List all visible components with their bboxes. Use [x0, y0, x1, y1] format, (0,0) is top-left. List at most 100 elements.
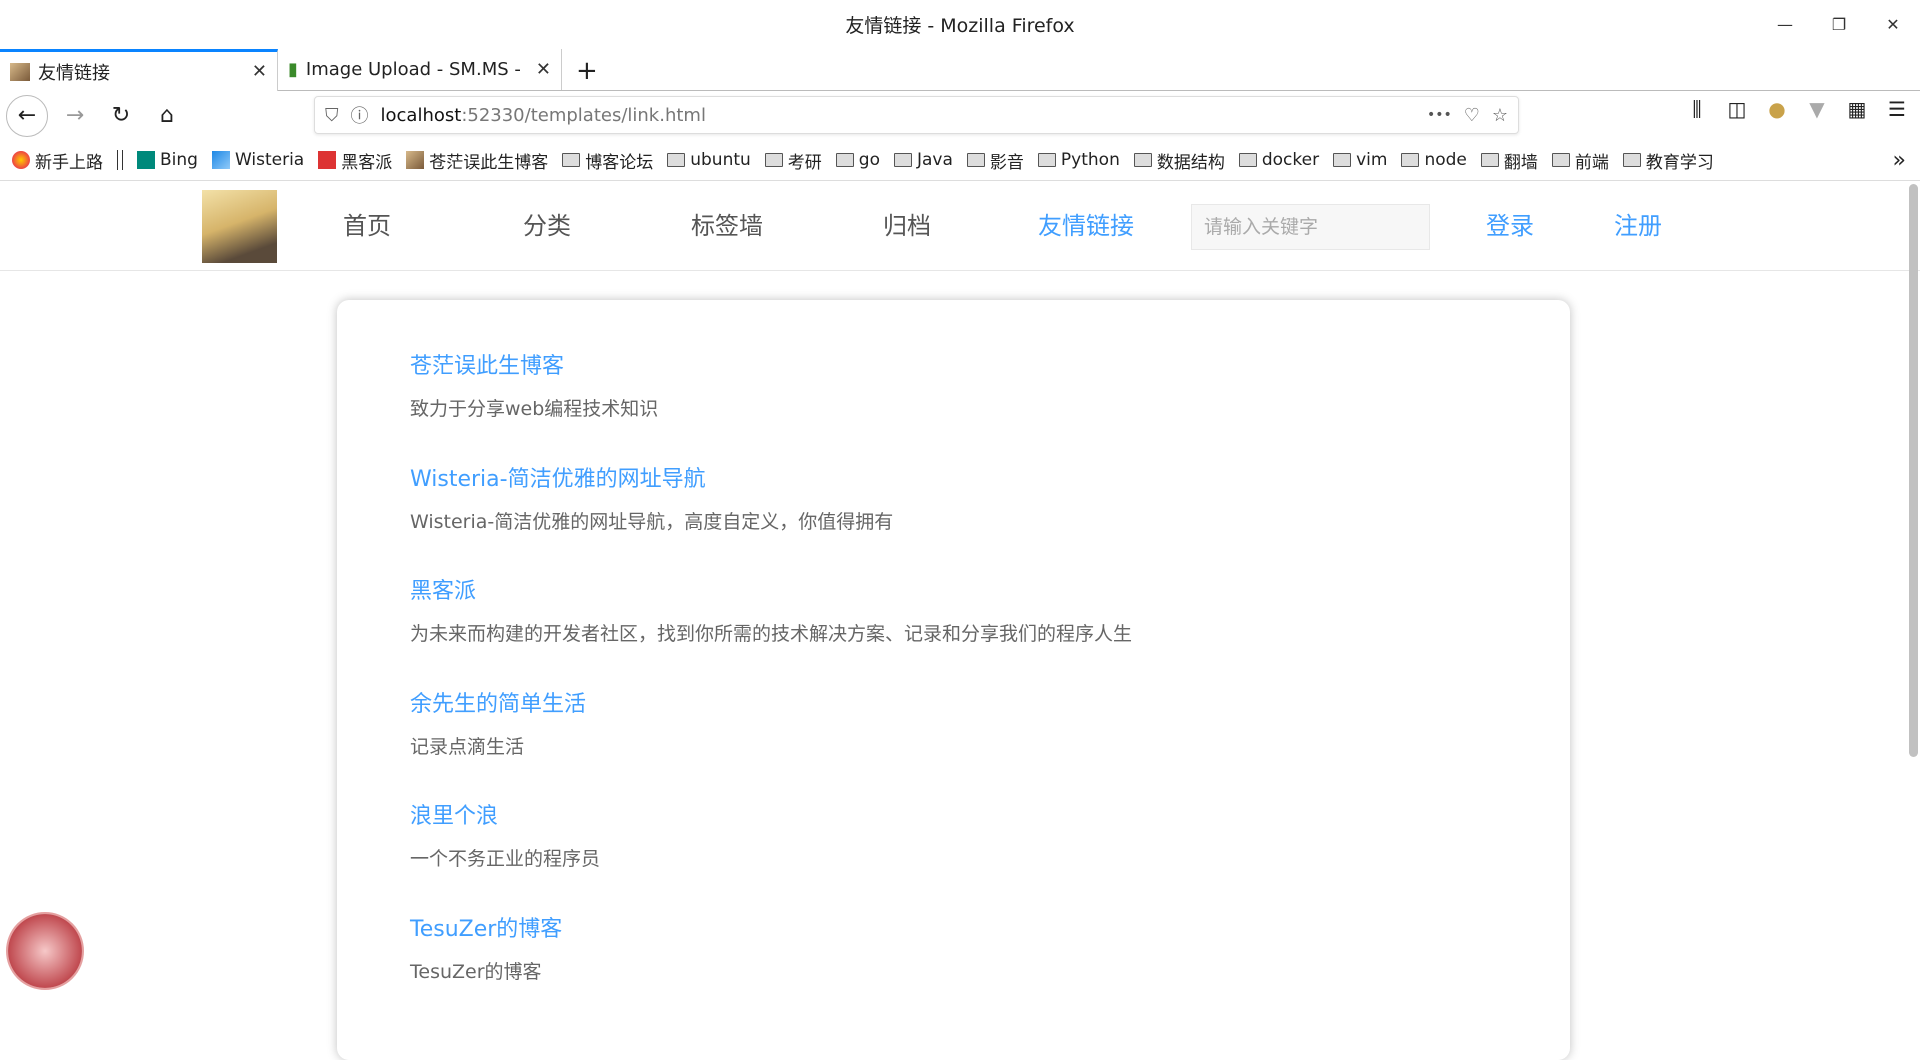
bookmark-item[interactable]: 教育学习	[1622, 148, 1714, 173]
nav-friend-links[interactable]: 友情链接	[1038, 181, 1134, 271]
bookmark-item[interactable]: 数据结构	[1133, 148, 1225, 173]
info-icon[interactable]: ⓘ	[351, 102, 369, 128]
friend-link-item: 余先生的简单生活 记录点滴生活	[410, 686, 586, 759]
friend-link-title[interactable]: 浪里个浪	[410, 798, 600, 830]
folder-icon	[1401, 153, 1420, 167]
bookmark-item[interactable]: vim	[1333, 150, 1387, 170]
tab-image-upload[interactable]: ▮ Image Upload - SM.MS - ✕	[278, 49, 562, 90]
window-title: 友情链接 - Mozilla Firefox	[845, 15, 1075, 37]
friend-link-description: 为未来而构建的开发者社区，找到你所需的技术解决方案、记录和分享我们的程序人生	[410, 623, 1133, 646]
folder-icon	[835, 153, 854, 167]
bookmark-label: 教育学习	[1645, 152, 1714, 173]
folder-icon	[1551, 153, 1570, 167]
nav-tags[interactable]: 标签墙	[691, 181, 763, 271]
bookmark-label: 数据结构	[1156, 152, 1225, 173]
extension-v-icon[interactable]: ▼	[1804, 97, 1830, 121]
bookmark-item[interactable]: docker	[1238, 150, 1319, 170]
site-logo[interactable]	[202, 190, 277, 263]
nav-categories[interactable]: 分类	[523, 181, 571, 271]
bookmark-label: ubuntu	[690, 150, 751, 170]
more-bookmarks-icon[interactable]: »	[1893, 148, 1906, 173]
url-bar[interactable]: ⛉ ⓘ localhost:52330/templates/link.html …	[314, 96, 1519, 134]
menu-icon[interactable]: ☰	[1884, 97, 1910, 121]
bookmark-label: Bing	[160, 150, 198, 170]
close-window-button[interactable]: ✕	[1866, 0, 1920, 50]
friend-link-title[interactable]: 苍茫误此生博客	[410, 348, 658, 380]
login-link[interactable]: 登录	[1486, 181, 1534, 271]
bookmark-label: 前端	[1574, 152, 1609, 173]
url-path: :52330/templates/link.html	[461, 104, 706, 126]
bookmark-item[interactable]: 前端	[1551, 148, 1609, 173]
bookmark-item[interactable]: node	[1401, 150, 1467, 170]
bookmark-item[interactable]: Wisteria	[211, 150, 304, 170]
restore-button[interactable]: ❐	[1812, 0, 1866, 50]
bookmark-item[interactable]: go	[835, 150, 880, 170]
scrollbar[interactable]	[1909, 184, 1918, 757]
nav-home[interactable]: 首页	[343, 181, 391, 271]
register-link[interactable]: 注册	[1614, 181, 1662, 271]
friend-link-title[interactable]: Wisteria-简洁优雅的网址导航	[410, 461, 893, 493]
bookmark-label: 新手上路	[35, 152, 103, 173]
folder-icon	[764, 153, 783, 167]
bookmark-star-icon[interactable]: ☆	[1492, 105, 1508, 126]
bookmark-item[interactable]: 博客论坛	[562, 148, 653, 173]
friend-link-title[interactable]: TesuZer的博客	[410, 911, 562, 943]
bookmark-label: 苍茫误此生博客	[429, 152, 549, 173]
home-button[interactable]: ⌂	[148, 97, 186, 135]
bookmark-item[interactable]: ubuntu	[667, 150, 751, 170]
extensions-icon[interactable]: ▦	[1844, 97, 1870, 121]
site-favicon-icon	[10, 62, 30, 81]
url-host: localhost	[380, 104, 462, 126]
bookmark-item[interactable]: Java	[894, 150, 953, 170]
friend-link-item: Wisteria-简洁优雅的网址导航 Wisteria-简洁优雅的网址导航，高度自…	[410, 461, 893, 534]
web-page: 首页 分类 标签墙 归档 友情链接 登录 注册 苍茫误此生博客致力于分享web编…	[0, 181, 1920, 1060]
bookmark-label: 黑客派	[341, 152, 393, 173]
bookmark-label: 博客论坛	[585, 152, 654, 173]
bookmark-item[interactable]: 黑客派	[318, 148, 392, 173]
firefox-icon	[12, 151, 30, 169]
image-icon	[406, 151, 425, 169]
forward-button[interactable]: →	[56, 97, 94, 135]
friend-link-item: 浪里个浪 一个不务正业的程序员	[410, 798, 600, 871]
bookmark-label: Python	[1060, 150, 1120, 170]
profile-avatar-icon[interactable]: ●	[1764, 97, 1790, 121]
bookmark-item[interactable]: Bing	[137, 150, 198, 170]
nav-archive[interactable]: 归档	[883, 181, 931, 271]
folder-icon	[1133, 153, 1152, 167]
friend-link-title[interactable]: 黑客派	[410, 573, 1132, 605]
sidebar-icon[interactable]: ◫	[1724, 97, 1750, 121]
bookmark-item[interactable]: 翻墙	[1480, 148, 1538, 173]
folder-icon	[1480, 153, 1499, 167]
floating-avatar[interactable]	[6, 912, 84, 990]
folder-icon	[667, 153, 686, 167]
friend-link-title[interactable]: 余先生的简单生活	[410, 686, 586, 718]
pocket-icon[interactable]: ♡	[1464, 105, 1480, 126]
bookmark-label: 考研	[787, 152, 822, 173]
bookmark-label: vim	[1356, 150, 1388, 170]
folder-icon	[894, 153, 912, 167]
close-tab-icon[interactable]: ✕	[252, 61, 267, 82]
reload-button[interactable]: ↻	[102, 97, 140, 135]
bookmark-separator	[117, 150, 123, 170]
bookmark-item[interactable]: 苍茫误此生博客	[406, 148, 548, 173]
bookmark-item[interactable]: 影音	[966, 148, 1024, 173]
bookmark-item[interactable]: 考研	[764, 148, 822, 173]
hacpai-icon	[318, 151, 337, 169]
search-input[interactable]	[1191, 204, 1430, 250]
folder-icon	[1333, 153, 1352, 167]
url-text[interactable]: localhost:52330/templates/link.html	[381, 105, 1415, 126]
library-icon[interactable]: ⫼	[1684, 97, 1710, 121]
minimize-button[interactable]: —	[1758, 0, 1812, 50]
bookmark-label: go	[858, 150, 880, 170]
navigation-toolbar: ← → ↻ ⌂ ⛉ ⓘ localhost:52330/templates/li…	[0, 91, 1920, 140]
new-tab-button[interactable]: +	[562, 52, 612, 90]
back-button[interactable]: ←	[6, 94, 48, 137]
close-tab-icon[interactable]: ✕	[536, 59, 551, 80]
bookmark-item[interactable]: 新手上路	[12, 148, 103, 173]
shield-icon[interactable]: ⛉	[325, 105, 339, 126]
bookmark-item[interactable]: Python	[1037, 150, 1120, 170]
tab-friend-links[interactable]: 友情链接 ✕	[0, 49, 278, 91]
page-actions-button[interactable]: •••	[1427, 107, 1452, 123]
bookmark-label: 翻墙	[1503, 152, 1538, 173]
bookmark-label: node	[1424, 150, 1467, 170]
